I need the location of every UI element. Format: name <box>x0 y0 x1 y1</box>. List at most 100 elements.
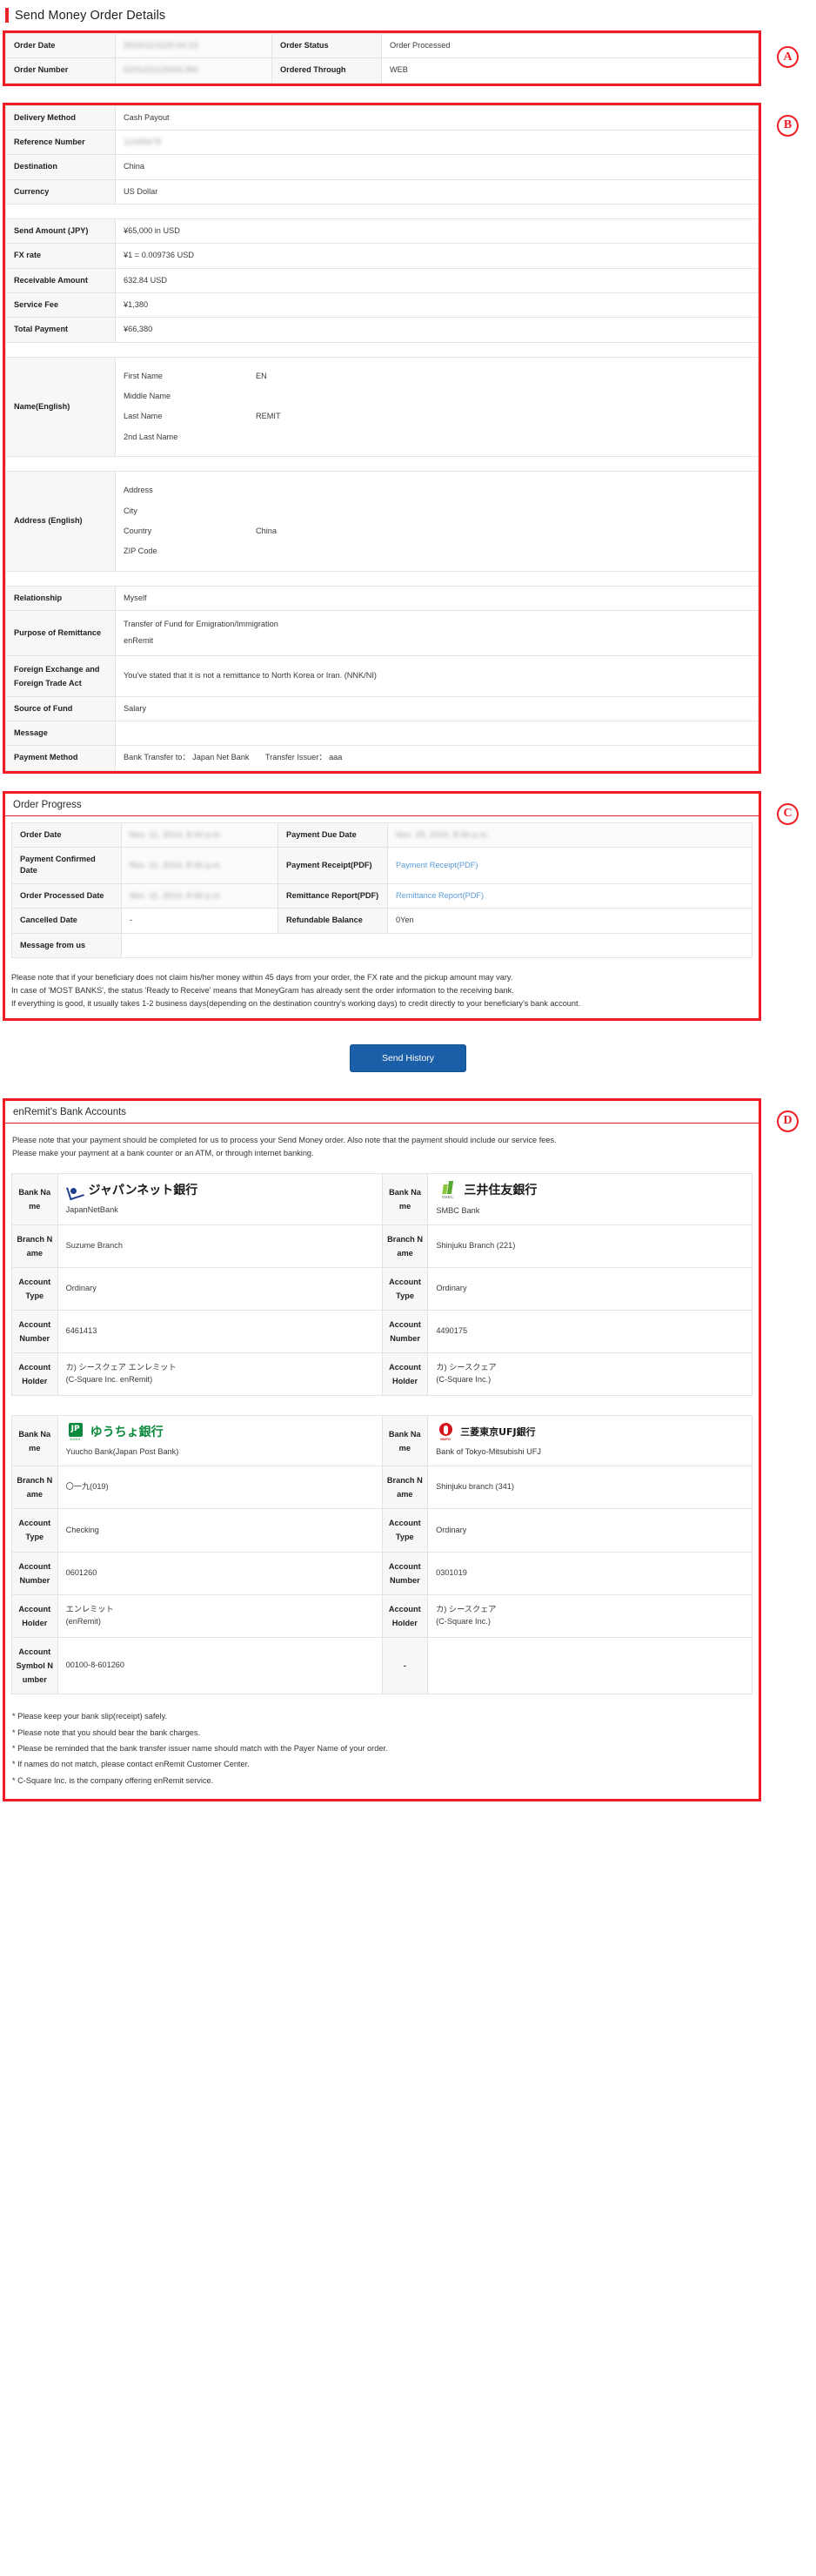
table-row: Bank Name ジャパンネット銀行 JapanNetBank Bank Na… <box>11 1173 752 1225</box>
account-holder-jp: エンレミット <box>65 1605 114 1614</box>
payment-due-date-value: Nov. 18, 2014, 8:44 p.m. <box>387 822 752 849</box>
account-number-value: 6461413 <box>57 1309 383 1354</box>
payment-receipt-pdf-link[interactable]: Payment Receipt(PDF) <box>396 861 478 869</box>
table-row: Message from us <box>11 932 752 958</box>
destination-label: Destination <box>5 154 116 180</box>
table-row: Total Payment ¥66,380 <box>5 317 759 343</box>
field-key: Last Name <box>124 412 163 421</box>
section-b-highlight-box: Delivery Method Cash Payout Reference Nu… <box>3 102 761 774</box>
table-row: Reference Number 12345678 <box>5 130 759 156</box>
account-number-label: Account Number <box>381 1551 429 1595</box>
redacted-text: Nov. 18, 2014, 8:44 p.m. <box>396 829 490 839</box>
table-row: Bank Name JP BANK ゆうちょ銀行 Yuucho Bank(Japa… <box>11 1415 752 1467</box>
table-row: Address (English) Address City Country C… <box>5 471 759 572</box>
address-field-zip: ZIP Code <box>124 541 750 561</box>
purpose-of-remittance-label: Purpose of Remittance <box>5 609 116 656</box>
account-symbol-number-label: Account Symbol Number <box>11 1636 58 1695</box>
branch-name-label: Branch Name <box>381 1224 429 1268</box>
account-holder-label: Account Holder <box>11 1593 58 1638</box>
field-key: City <box>124 506 137 515</box>
send-amount-label: Send Amount (JPY) <box>5 218 116 245</box>
title-accent-bar <box>5 8 9 23</box>
refundable-balance-label: Refundable Balance <box>278 908 388 934</box>
table-row: Account Number 0601260 Account Number 03… <box>11 1551 752 1595</box>
table-row: Branch Name Suzume Branch Branch Name Sh… <box>11 1224 752 1268</box>
order-progress-table: Order Date Nov. 11, 2014, 8:44 p.m. Paym… <box>11 822 752 958</box>
relationship-value: Myself <box>115 585 759 611</box>
account-holder-jp: カ) シースクェア エンレミット <box>65 1363 177 1372</box>
message-label: Message <box>5 721 116 747</box>
order-date-value: 2014/11/1120:44:13 <box>115 32 272 59</box>
address-field-city: City <box>124 501 750 521</box>
message-value <box>115 721 759 747</box>
account-holder-value: カ) シースクェア (C-Square Inc.) <box>427 1593 752 1638</box>
bank-name-value-yuucho: JP BANK ゆうちょ銀行 Yuucho Bank(Japan Post Ban… <box>57 1415 383 1467</box>
address-field-country: Country China <box>124 521 750 541</box>
account-number-label: Account Number <box>381 1309 429 1354</box>
delivery-method-value: Cash Payout <box>115 104 759 131</box>
bank-accounts-table-1: Bank Name ジャパンネット銀行 JapanNetBank Bank Na… <box>11 1173 752 1397</box>
remittance-report-pdf-link[interactable]: Remittance Report(PDF) <box>396 891 484 900</box>
order-number-value: S20141112044L394 <box>115 57 272 84</box>
table-row: Branch Name 〇一九(019) Branch Name Shinjuk… <box>11 1466 752 1510</box>
note-line: * C-Square Inc. is the company offering … <box>12 1775 214 1785</box>
branch-name-value: Shinjuku branch (341) <box>427 1466 752 1510</box>
order-number-label: Order Number <box>5 57 116 84</box>
bank-name-en: Yuucho Bank(Japan Post Bank) <box>65 1447 179 1457</box>
smbc-logo-line: SMBC 三井住友銀行 <box>436 1181 744 1201</box>
source-of-fund-label: Source of Fund <box>5 695 116 722</box>
table-row: Service Fee ¥1,380 <box>5 292 759 319</box>
account-holder-en: (C-Square Inc.) <box>436 1616 491 1626</box>
account-holder-label: Account Holder <box>11 1352 58 1397</box>
payment-due-date-label: Payment Due Date <box>278 822 388 849</box>
order-date-label: Order Date <box>5 32 116 59</box>
section-c-highlight-box: Order Progress Order Date Nov. 11, 2014,… <box>3 790 761 1021</box>
account-number-label: Account Number <box>11 1309 58 1354</box>
payment-method-label: Payment Method <box>5 745 116 771</box>
account-symbol-number-empty <box>427 1636 752 1695</box>
service-fee-label: Service Fee <box>5 292 116 319</box>
bank-accounts-notes: * Please keep your bank slip(receipt) sa… <box>5 1694 759 1799</box>
account-holder-label: Account Holder <box>381 1593 429 1638</box>
account-holder-en: (C-Square Inc. enRemit) <box>65 1375 153 1385</box>
section-d-bank-accounts: enRemit's Bank Accounts Please note that… <box>0 1097 816 1802</box>
bank-accounts-intro: Please note that your payment should be … <box>5 1124 759 1174</box>
address-english-label: Address (English) <box>5 471 116 572</box>
bank-name-jp: ジャパンネット銀行 <box>88 1184 198 1198</box>
account-number-value: 0601260 <box>57 1551 383 1595</box>
account-type-value: Ordinary <box>427 1508 752 1553</box>
branch-name-label: Branch Name <box>11 1466 58 1510</box>
send-history-button[interactable]: Send History <box>350 1043 466 1072</box>
payment-receipt-pdf-cell: Payment Receipt(PDF) <box>387 847 752 884</box>
bank-name-en: Bank of Tokyo-Mitsubishi UFJ <box>436 1447 541 1457</box>
bank-name-jp: 三菱東京UFJ銀行 <box>460 1426 536 1439</box>
table-row: Source of Fund Salary <box>5 695 759 722</box>
name-english-value: First Name EN Middle Name Last Name REMI… <box>115 356 759 458</box>
account-type-label: Account Type <box>11 1266 58 1311</box>
table-row: Destination China <box>5 154 759 180</box>
bank-accounts-table-2: Bank Name JP BANK ゆうちょ銀行 Yuucho Bank(Japa… <box>11 1415 752 1695</box>
bank-name-value-smbc: SMBC 三井住友銀行 SMBC Bank <box>427 1173 752 1225</box>
bank-accounts-heading: enRemit's Bank Accounts <box>5 1101 759 1124</box>
total-payment-label: Total Payment <box>5 317 116 343</box>
redacted-text: 2014/11/1120:44:13 <box>124 41 198 50</box>
bank-name-label: Bank Name <box>11 1415 58 1467</box>
account-type-value: Ordinary <box>57 1266 383 1311</box>
receivable-amount-label: Receivable Amount <box>5 267 116 294</box>
reference-number-label: Reference Number <box>5 130 116 156</box>
account-holder-en: (C-Square Inc.) <box>436 1375 492 1385</box>
progress-note-line: In case of 'MOST BANKS', the status 'Rea… <box>11 985 514 995</box>
branch-name-value: 〇一九(019) <box>57 1466 383 1510</box>
mufg-logo-icon: MUFG <box>436 1423 455 1442</box>
order-progress-heading: Order Progress <box>5 794 759 816</box>
table-spacer-row <box>5 456 759 473</box>
note-line: * If names do not match, please contact … <box>12 1760 250 1769</box>
yuucho-logo-line: JP BANK ゆうちょ銀行 <box>66 1423 374 1442</box>
service-fee-value: ¥1,380 <box>115 292 759 319</box>
branch-name-value: Shinjuku Branch (221) <box>427 1224 752 1268</box>
table-row: Account Type Ordinary Account Type Ordin… <box>11 1266 752 1311</box>
account-number-label: Account Number <box>11 1551 58 1595</box>
account-number-value: 4490175 <box>427 1309 752 1354</box>
progress-order-date-label: Order Date <box>11 822 122 849</box>
table-row: FX rate ¥1 = 0.009736 USD <box>5 243 759 269</box>
